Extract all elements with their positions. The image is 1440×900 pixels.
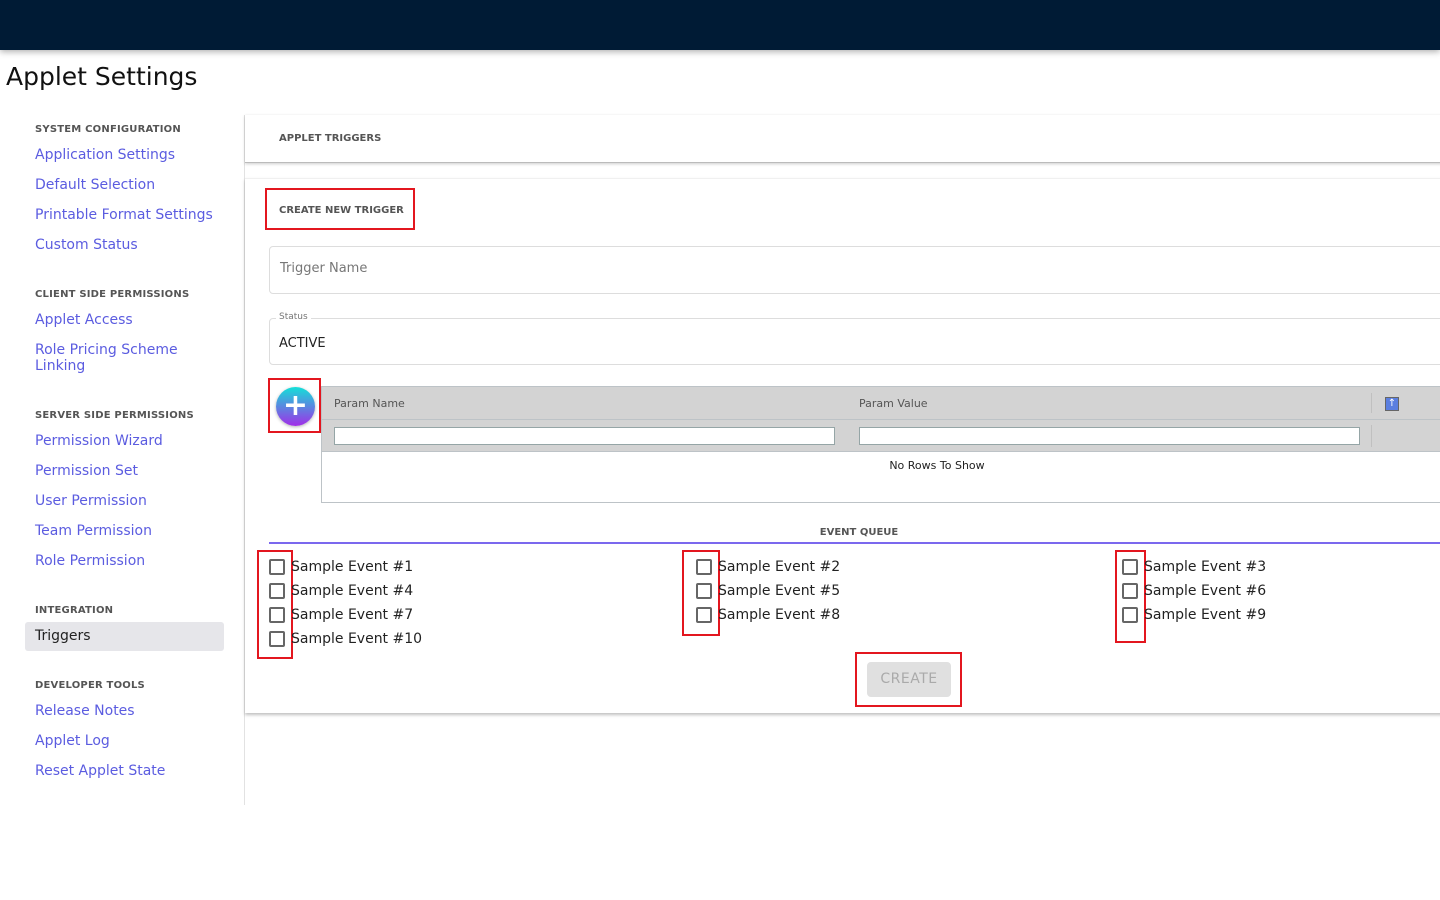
param-value-filter[interactable] [859,427,1360,445]
params-grid: Param Name Param Value ↑ No Rows To Show [321,386,1440,503]
sidebar-item-release-notes[interactable]: Release Notes [35,703,215,719]
grid-filter-row [322,420,1440,452]
event-checkbox-4[interactable]: Sample Event #4 [269,581,413,601]
event-label: Sample Event #10 [291,631,423,647]
grid-header: Param Name Param Value ↑ [322,387,1440,420]
checkbox[interactable] [269,583,285,599]
section-system-configuration: SYSTEM CONFIGURATION [35,124,181,135]
checkbox[interactable] [1122,583,1138,599]
sidebar-item-reset-applet-state[interactable]: Reset Applet State [35,763,215,779]
event-label: Sample Event #3 [1144,559,1267,575]
param-name-filter[interactable] [334,427,835,445]
event-label: Sample Event #6 [1144,583,1267,599]
checkbox[interactable] [1122,607,1138,623]
checkbox[interactable] [269,631,285,647]
applet-triggers-header: APPLET TRIGGERS [245,115,1440,163]
event-checkbox-9[interactable]: Sample Event #9 [1122,605,1266,625]
event-checkbox-3[interactable]: Sample Event #3 [1122,557,1266,577]
section-integration: INTEGRATION [35,605,114,616]
sidebar-item-role-pricing-scheme-linking[interactable]: Role Pricing Scheme Linking [35,342,195,374]
checkbox[interactable] [696,559,712,575]
sidebar-item-triggers[interactable]: Triggers [25,622,224,651]
sidebar-item-team-permission[interactable]: Team Permission [35,523,215,539]
sidebar-item-permission-set[interactable]: Permission Set [35,463,215,479]
sidebar-item-custom-status[interactable]: Custom Status [35,237,215,253]
event-checkbox-2[interactable]: Sample Event #2 [696,557,840,577]
status-select[interactable] [269,318,1440,365]
event-label: Sample Event #5 [718,583,841,599]
sidebar-item-permission-wizard[interactable]: Permission Wizard [35,433,215,449]
event-checkbox-1[interactable]: Sample Event #1 [269,557,413,577]
sidebar-item-applet-access[interactable]: Applet Access [35,312,215,328]
event-checkbox-6[interactable]: Sample Event #6 [1122,581,1266,601]
event-label: Sample Event #2 [718,559,841,575]
event-label: Sample Event #9 [1144,607,1267,623]
page-title: Applet Settings [6,62,198,91]
add-param-button[interactable]: + [276,387,315,426]
event-label: Sample Event #7 [291,607,414,623]
column-separator [1371,425,1372,447]
checkbox[interactable] [1122,559,1138,575]
event-queue-label: EVENT QUEUE [819,527,899,538]
sidebar-item-default-selection[interactable]: Default Selection [35,177,215,193]
create-trigger-title: CREATE NEW TRIGGER [279,205,404,216]
sidebar-item-user-permission[interactable]: User Permission [35,493,215,509]
sidebar-item-role-permission[interactable]: Role Permission [35,553,215,569]
checkbox[interactable] [269,607,285,623]
event-label: Sample Event #8 [718,607,841,623]
sidebar-item-application-settings[interactable]: Application Settings [35,147,215,163]
sidebar-item-printable-format-settings[interactable]: Printable Format Settings [35,207,215,223]
event-label: Sample Event #4 [291,583,414,599]
column-menu-icon[interactable]: ↑ [1385,397,1399,411]
section-developer-tools: DEVELOPER TOOLS [35,680,145,691]
sidebar-item-applet-log[interactable]: Applet Log [35,733,215,749]
column-param-name[interactable]: Param Name [334,397,405,410]
create-button[interactable]: CREATE [867,662,951,697]
section-header: APPLET TRIGGERS [279,133,382,144]
section-client-side-permissions: CLIENT SIDE PERMISSIONS [35,289,190,300]
column-separator [1371,393,1372,413]
event-queue-divider [269,542,1440,544]
checkbox[interactable] [269,559,285,575]
event-checkbox-5[interactable]: Sample Event #5 [696,581,840,601]
trigger-name-input[interactable]: Trigger Name [269,246,1440,294]
status-label: Status [276,312,311,322]
checkbox[interactable] [696,583,712,599]
event-checkbox-7[interactable]: Sample Event #7 [269,605,413,625]
event-label: Sample Event #1 [291,559,414,575]
no-rows-message: No Rows To Show [889,459,985,472]
top-bar [0,0,1440,50]
section-server-side-permissions: SERVER SIDE PERMISSIONS [35,410,194,421]
column-param-value[interactable]: Param Value [859,397,928,410]
plus-icon: + [282,388,309,423]
event-checkbox-8[interactable]: Sample Event #8 [696,605,840,625]
checkbox[interactable] [696,607,712,623]
event-checkbox-10[interactable]: Sample Event #10 [269,629,422,649]
status-value: ACTIVE [279,336,326,351]
